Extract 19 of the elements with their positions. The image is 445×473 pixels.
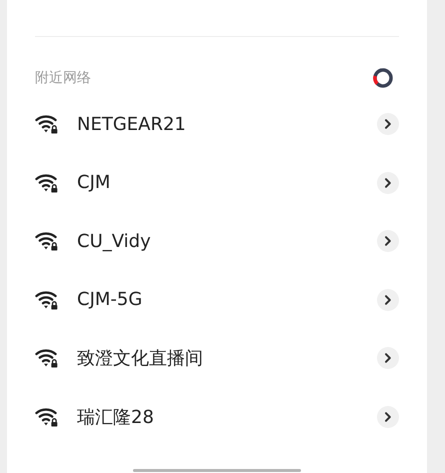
network-name: CU_Vidy xyxy=(77,230,152,252)
network-item[interactable]: NETGEAR21 xyxy=(35,95,399,154)
network-item[interactable]: CJM xyxy=(35,154,399,212)
network-name: CJM xyxy=(77,172,112,194)
chevron-right-icon[interactable] xyxy=(377,347,399,370)
network-name: 瑞汇隆28 xyxy=(77,406,155,429)
chevron-right-icon[interactable] xyxy=(377,230,399,252)
chevron-right-icon[interactable] xyxy=(377,113,399,136)
chevron-right-icon[interactable] xyxy=(377,406,399,428)
chevron-right-icon[interactable] xyxy=(377,172,399,194)
network-name: CJM-5G xyxy=(77,289,144,310)
network-item[interactable]: CU_Vidy xyxy=(35,212,399,270)
network-item[interactable]: 瑞汇隆28 xyxy=(35,388,399,446)
section-title: 附近网络 xyxy=(35,68,91,86)
chevron-right-icon[interactable] xyxy=(377,288,399,311)
network-name: NETGEAR21 xyxy=(77,114,187,135)
network-item[interactable]: 致澄文化直播间 xyxy=(35,329,399,388)
network-name: 致澄文化直播间 xyxy=(77,347,204,370)
network-item[interactable]: CJM-5G xyxy=(35,270,399,329)
